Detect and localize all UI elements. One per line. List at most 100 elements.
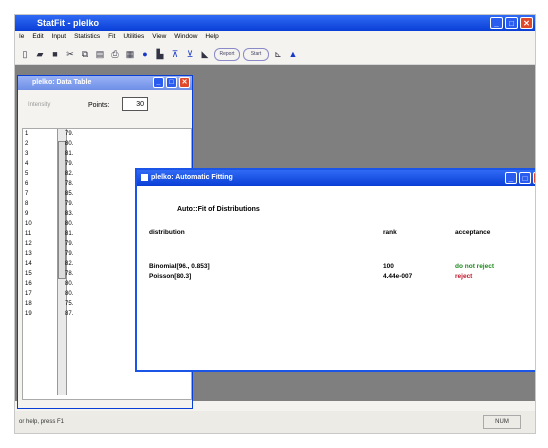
open-folder-icon[interactable]: ▰ xyxy=(34,49,46,60)
report-pill-button[interactable]: Report xyxy=(214,47,240,61)
copy-icon[interactable]: ⧉ xyxy=(79,49,91,60)
menu-help[interactable]: Help xyxy=(205,31,218,43)
data-table-title: plelko: Data Table xyxy=(32,79,92,86)
print-icon[interactable]: ⎙ xyxy=(109,49,121,60)
triangle-icon[interactable]: ▲ xyxy=(287,49,299,60)
data-table-close-button[interactable]: ✕ xyxy=(179,77,190,88)
column-acceptance: acceptance xyxy=(455,229,491,236)
minimize-button[interactable]: _ xyxy=(490,17,503,29)
row-value[interactable]: 75. xyxy=(65,299,73,309)
row-index: 8 xyxy=(25,201,29,207)
row-2-rank: 4.44e-007 xyxy=(383,273,413,280)
app-title: StatFit - plelko xyxy=(37,18,100,28)
row-index: 3 xyxy=(25,151,29,157)
cut-icon[interactable]: ✂ xyxy=(64,49,76,60)
automatic-fitting-window: plelko: Automatic Fitting _ □ ✕ Auto::Fi… xyxy=(135,168,535,372)
row-index: 9 xyxy=(25,211,29,217)
paste-icon[interactable]: ▤ xyxy=(94,49,106,60)
row-index: 11 xyxy=(25,231,32,237)
row-value[interactable]: 80. xyxy=(65,289,73,299)
cdf-icon[interactable]: ⊻ xyxy=(184,49,196,60)
row-value[interactable]: 79. xyxy=(65,199,73,209)
row-value[interactable]: 80. xyxy=(65,279,73,289)
maximize-button[interactable]: □ xyxy=(505,17,518,29)
row-1-rank: 100 xyxy=(383,263,394,270)
row-value[interactable]: 81. xyxy=(65,229,73,239)
row-index: 5 xyxy=(25,171,29,177)
row-index: 1 xyxy=(25,131,29,137)
fitting-minimize-button[interactable]: _ xyxy=(505,172,517,184)
row-2-distribution: Poisson[80.3] xyxy=(149,273,192,280)
status-bar: or help, press F1 NUM xyxy=(15,411,535,433)
row-value[interactable]: 79. xyxy=(65,239,73,249)
menu-edit[interactable]: Edit xyxy=(32,31,43,43)
row-value[interactable]: 82. xyxy=(65,259,73,269)
row-index: 13 xyxy=(25,251,32,257)
menu-fit[interactable]: Fit xyxy=(108,31,115,43)
fitting-maximize-button[interactable]: □ xyxy=(519,172,531,184)
column-rank: rank xyxy=(383,229,397,236)
data-table-titlebar[interactable]: plelko: Data Table _ □ ✕ xyxy=(18,76,192,90)
menu-statistics[interactable]: Statistics xyxy=(74,31,100,43)
row-value[interactable]: 80. xyxy=(65,139,73,149)
fitting-heading: Auto::Fit of Distributions xyxy=(177,206,260,213)
fit-line-icon[interactable]: ⊾ xyxy=(272,49,284,60)
toolbar: ▯ ▰ ■ ✂ ⧉ ▤ ⎙ ▦ ● ▙ ⊼ ⊻ ◣ Report Start ⊾… xyxy=(15,44,535,65)
row-value[interactable]: 83. xyxy=(65,209,73,219)
row-index: 17 xyxy=(25,291,32,297)
status-text: or help, press F1 xyxy=(19,419,65,425)
row-1-acceptance: do not reject xyxy=(455,263,495,270)
data-table-maximize-button[interactable]: □ xyxy=(166,77,177,88)
row-value[interactable]: 79. xyxy=(65,129,73,139)
attribute-label: Intensity xyxy=(28,102,51,108)
menu-bar: Ie Edit Input Statistics Fit Utilities V… xyxy=(15,31,535,43)
menu-utilities[interactable]: Utilities xyxy=(123,31,144,43)
row-value[interactable]: 82. xyxy=(65,169,73,179)
row-value[interactable]: 78. xyxy=(65,179,73,189)
row-value[interactable]: 81. xyxy=(65,149,73,159)
row-value[interactable]: 79. xyxy=(65,249,73,259)
fitting-titlebar[interactable]: plelko: Automatic Fitting _ □ ✕ xyxy=(137,170,535,186)
column-distribution: distribution xyxy=(149,229,185,236)
row-value[interactable]: 80. xyxy=(65,219,73,229)
points-field[interactable]: 30 xyxy=(122,97,148,111)
menu-window[interactable]: Window xyxy=(174,31,197,43)
start-pill-button[interactable]: Start xyxy=(243,47,269,61)
row-index: 18 xyxy=(25,301,32,307)
row-2-acceptance: reject xyxy=(455,273,473,280)
window-icon xyxy=(141,174,148,181)
row-index: 4 xyxy=(25,161,29,167)
row-index: 2 xyxy=(25,141,29,147)
row-index: 15 xyxy=(25,271,32,277)
num-lock-indicator: NUM xyxy=(483,415,521,429)
row-index: 12 xyxy=(25,241,32,247)
row-index: 7 xyxy=(25,191,29,197)
app-titlebar: StatFit - plelko _ □ ✕ xyxy=(15,15,535,31)
ks-icon[interactable]: ◣ xyxy=(199,49,211,60)
row-value[interactable]: 85. xyxy=(65,189,73,199)
row-value[interactable]: 87. xyxy=(65,309,73,319)
row-index: 6 xyxy=(25,181,29,187)
close-button[interactable]: ✕ xyxy=(520,17,533,29)
row-index: 19 xyxy=(25,311,32,317)
fitting-title: plelko: Automatic Fitting xyxy=(151,174,233,181)
row-index: 16 xyxy=(25,281,32,287)
chart-icon[interactable]: ▦ xyxy=(124,49,136,60)
points-label: Points: xyxy=(88,102,110,109)
data-table-minimize-button[interactable]: _ xyxy=(153,77,164,88)
circle-icon[interactable]: ● xyxy=(139,49,151,60)
menu-file[interactable]: Ie xyxy=(19,31,24,43)
histogram-icon[interactable]: ▙ xyxy=(154,49,166,60)
row-value[interactable]: 78. xyxy=(65,269,73,279)
menu-input[interactable]: Input xyxy=(52,31,66,43)
row-index: 14 xyxy=(25,261,32,267)
save-icon[interactable]: ■ xyxy=(49,49,61,60)
app-window: StatFit - plelko _ □ ✕ Ie Edit Input Sta… xyxy=(14,14,536,434)
new-file-icon[interactable]: ▯ xyxy=(19,49,31,60)
row-value[interactable]: 79. xyxy=(65,159,73,169)
fitting-close-button[interactable]: ✕ xyxy=(533,172,535,184)
row-1-distribution: Binomial[96., 0.853] xyxy=(149,263,210,270)
pdf-icon[interactable]: ⊼ xyxy=(169,49,181,60)
menu-view[interactable]: View xyxy=(152,31,166,43)
row-index: 10 xyxy=(25,221,32,227)
